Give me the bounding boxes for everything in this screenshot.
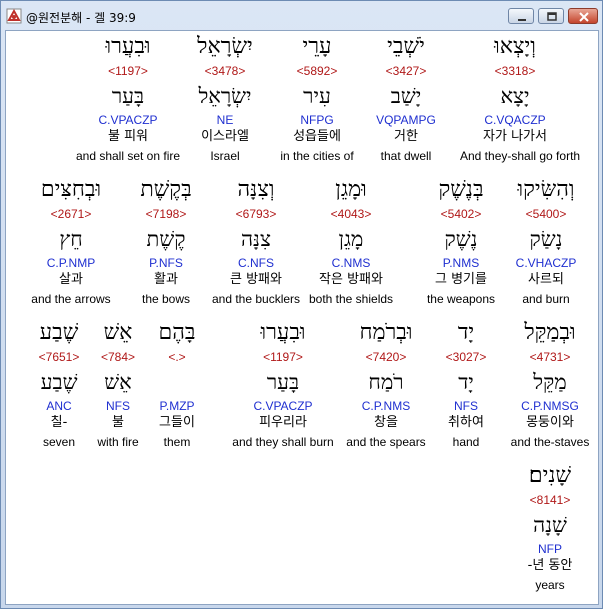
hebrew-word: וּמָגֵן [335,177,367,202]
english-gloss: and shall set on fire [75,149,181,163]
word-entry[interactable]: שָׁנִים׃ <8141> שָׁנָה NFP -년 동안 years [495,463,598,595]
hebrew-word: שָׁנִים׃ [528,463,572,488]
morphology-code: C.P.NMSG [521,399,579,413]
hebrew-word: וְהִשִּׂיקוּ [517,177,575,202]
morphology-code: C.VQACZP [484,113,546,127]
morphology-code: C.NMS [331,256,371,270]
morphology-code: NFP [538,542,562,556]
english-gloss: And they-shall go forth [460,149,581,163]
korean-gloss: 사르되 [528,272,564,287]
close-button[interactable] [568,8,598,24]
word-entry[interactable]: וּבְחִצִּים <2671> חֵץ C.P.NMP 살과 and the arr… [16,177,126,309]
korean-gloss: 몽둥이와 [526,415,574,430]
morphology-code: VQPAMPG [376,113,436,127]
word-entry[interactable]: וְיָצְאוּ <3318> יָצָא C.VQACZP 자가 나가서 And th… [460,34,581,166]
strong-number: <4731> [529,350,571,364]
english-gloss: them [163,435,191,449]
word-entry[interactable]: וְהִשִּׂיקוּ <5400> נָשַׂק C.VHACZP 사르되 and b… [491,177,598,309]
hebrew-word: וּבִעֲרוּ [260,320,306,345]
hebrew-word: וְצִנָּה [237,177,275,202]
hebrew-word: יֹשְׁבֵי [387,34,425,59]
strong-number: <4043> [330,207,372,221]
lemma-word: שָׁנָה [533,513,567,537]
korean-gloss: 그들이 [159,415,195,430]
morphology-code: C.VPACZP [253,399,313,413]
hebrew-word: וְיָצְאוּ [494,34,536,59]
korean-gloss: 작은 방패와 [319,272,383,287]
app-logo-icon [6,8,22,24]
word-entry[interactable]: וּבְמַקֵּל <4731> מַקֵּל C.P.NMSG 몽둥이와 and th… [495,320,598,452]
english-gloss: years [535,578,565,592]
morphology-code: C.VHACZP [515,256,577,270]
app-window: @원전분해 - 겔 39:9 וּבִעֲרוּ <1197> בָּעַר C.VP… [0,0,603,609]
english-gloss: and the-staves [510,435,590,449]
english-gloss: and burn [522,292,570,306]
morphology-code: C.VPACZP [98,113,158,127]
strong-number: <6793> [235,207,277,221]
title-bar[interactable]: @원전분해 - 겔 39:9 [1,1,602,31]
word-entry[interactable]: וְצִנָּה <6793> צִנָּה C.NFS 큰 방패와 and the bu… [201,177,311,309]
korean-gloss: 피우리라 [259,415,307,430]
lemma-word: נָשַׂק [529,227,563,251]
lemma-word: מָגֵן [338,227,364,251]
morphology-code: C.NFS [238,256,274,270]
analysis-panel[interactable]: וּבִעֲרוּ <1197> בָּעַר C.VPACZP 불 피워 and sha… [5,30,599,605]
korean-gloss: -년 동안 [527,558,573,573]
strong-number: <8141> [529,493,571,507]
strong-number: <1197> [108,64,148,78]
lemma-word: בָּעַר [266,370,300,394]
minimize-icon [518,19,526,21]
korean-gloss: 살과 [59,272,83,287]
korean-gloss: 거한 [394,129,418,144]
hebrew-word: בָּהֶם [158,320,196,345]
window-title: @원전분해 - 겔 39:9 [26,11,136,25]
strong-number: <1197> [263,350,303,364]
lemma-word: מַקֵּל [533,370,567,394]
close-icon [579,12,589,22]
strong-number: <3427> [385,64,427,78]
english-gloss: and the bucklers [211,292,301,306]
korean-gloss: 큰 방패와 [230,272,282,287]
lemma-word: יָצָא [500,84,530,108]
maximize-icon [547,12,557,21]
word-entry[interactable]: וּבִעֲרוּ <1197> בָּעַר C.VPACZP 피우리라 and the… [228,320,338,452]
english-gloss: and the arrows [31,292,111,306]
english-gloss: and they shall burn [232,435,334,449]
strong-number: <5400> [525,207,567,221]
korean-gloss: 자가 나가서 [483,129,547,144]
minimize-button[interactable] [508,8,534,24]
korean-gloss: 불 피워 [107,129,148,144]
maximize-button[interactable] [538,8,564,24]
word-entry[interactable]: בָּהֶם <.> P.MZP 그들이 them [122,320,232,452]
strong-number: <2671> [50,207,92,221]
word-entry[interactable]: וּמָגֵן <4043> מָגֵן C.NMS 작은 방패와 both the sh… [296,177,406,309]
strong-number: <3318> [494,64,536,78]
hebrew-word: וּבְחִצִּים [40,177,102,202]
lemma-word: חֵץ [59,227,83,251]
lemma-word: בָּעַר [111,84,145,108]
lemma-word: צִנָּה [241,227,271,251]
word-entry[interactable]: וּבִעֲרוּ <1197> בָּעַר C.VPACZP 불 피워 and sha… [73,34,183,166]
strong-number: <.> [168,350,186,364]
morphology-code: P.MZP [159,399,195,413]
morphology-code: C.P.NMP [46,256,96,270]
english-gloss: both the shields [308,292,394,306]
lemma-word: יָשַׁב [390,84,422,108]
hebrew-word: וּבִעֲרוּ [105,34,151,59]
hebrew-word: וּבְמַקֵּל [524,320,576,345]
word-entry[interactable]: יֹשְׁבֵי <3427> יָשַׁב VQPAMPG 거한 that dwell [351,34,461,166]
english-gloss: that dwell [380,149,432,163]
